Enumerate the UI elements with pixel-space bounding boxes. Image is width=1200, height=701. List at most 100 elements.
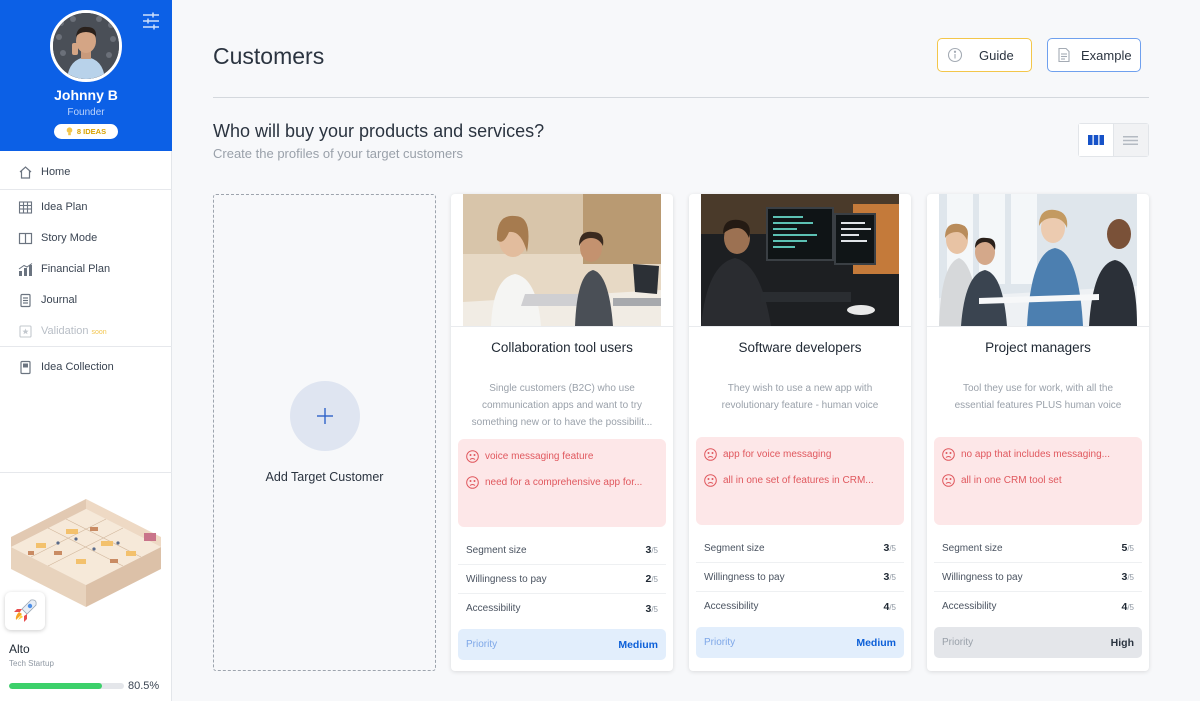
sad-face-icon xyxy=(466,476,479,489)
page-title: Customers xyxy=(213,43,325,69)
metric-willingness-to-pay: Willingness to pay 3/5 xyxy=(696,563,904,592)
sad-face-icon xyxy=(942,448,955,461)
add-button[interactable] xyxy=(290,381,360,451)
customer-description: They wish to use a new app with revoluti… xyxy=(721,383,879,411)
lightbulb-icon xyxy=(66,127,73,136)
customer-card[interactable]: Collaboration tool users Single customer… xyxy=(451,194,673,671)
customer-photo xyxy=(701,194,899,326)
grid-icon xyxy=(18,200,33,214)
nav-label: Idea Collection xyxy=(41,361,114,373)
plus-icon xyxy=(317,408,333,424)
grid-view-button[interactable] xyxy=(1079,124,1114,156)
nav-item-story-mode[interactable]: Story Mode xyxy=(0,223,172,253)
home-icon xyxy=(19,165,32,179)
priority-badge: Priority Medium xyxy=(458,629,666,660)
customer-title: Project managers xyxy=(985,340,1091,355)
metric-accessibility: Accessibility 3/5 xyxy=(466,602,658,615)
document-icon xyxy=(20,293,31,307)
soon-badge: soon xyxy=(91,328,107,336)
customer-description: Single customers (B2C) who use communica… xyxy=(471,383,653,428)
nav-item-journal[interactable]: Journal xyxy=(0,285,172,315)
pain-point: all in one set of features in CRM... xyxy=(704,474,900,487)
collection-icon xyxy=(20,360,31,374)
rocket-icon xyxy=(14,599,37,622)
pain-point: no app that includes messaging... xyxy=(942,448,1138,461)
example-button[interactable]: Example xyxy=(1047,38,1141,72)
idea-summary: Alto Tech Startup 80.5% xyxy=(0,472,172,701)
user-role: Founder xyxy=(67,107,105,118)
customer-description: Tool they use for work, with all the ess… xyxy=(954,383,1122,411)
pain-point: voice messaging feature xyxy=(466,450,662,463)
nav-label: Validation xyxy=(41,325,89,337)
section-subtitle: Create the profiles of your target custo… xyxy=(213,146,464,161)
guide-label: Guide xyxy=(979,47,1014,63)
add-target-customer-label: Add Target Customer xyxy=(265,470,384,484)
card-divider xyxy=(927,326,1149,327)
priority-badge: Priority Medium xyxy=(696,627,904,658)
profile-header: Johnny B Founder 8 IDEAS xyxy=(0,0,172,151)
guide-button[interactable]: Guide xyxy=(937,38,1032,72)
nav-label: Home xyxy=(41,166,71,178)
sad-face-icon xyxy=(704,474,717,487)
idea-name: Alto xyxy=(9,642,30,656)
columns-icon xyxy=(1087,135,1104,145)
ideas-count: 8 IDEAS xyxy=(76,127,107,136)
metric-segment-size: Segment size 3/5 xyxy=(458,536,666,565)
idea-progress-fill xyxy=(9,683,102,689)
section-title: Who will buy your products and services? xyxy=(213,121,545,141)
metric-accessibility: Accessibility 4/5 xyxy=(704,600,896,613)
nav-divider xyxy=(0,346,172,347)
pain-point: all in one CRM tool set xyxy=(942,474,1138,487)
metric-segment-size: Segment size 3/5 xyxy=(696,534,904,563)
nav-label: Story Mode xyxy=(41,232,98,244)
list-icon xyxy=(1123,135,1139,145)
settings-sliders-icon[interactable] xyxy=(141,11,161,31)
card-divider xyxy=(689,326,911,327)
idea-logo[interactable] xyxy=(5,592,45,630)
priority-badge: Priority High xyxy=(934,627,1142,658)
sad-face-icon xyxy=(466,450,479,463)
pain-points: no app that includes messaging... all in… xyxy=(934,437,1142,525)
customer-title: Software developers xyxy=(738,340,862,355)
nav-label: Journal xyxy=(41,294,78,306)
add-target-customer-card[interactable]: Add Target Customer xyxy=(213,194,436,671)
customer-photo xyxy=(463,194,661,326)
star-icon xyxy=(19,324,32,338)
customer-card[interactable]: Project managers Tool they use for work,… xyxy=(927,194,1149,671)
idea-progress-bar xyxy=(9,683,124,689)
idea-progress-label: 80.5% xyxy=(128,680,160,692)
sidebar: Johnny B Founder 8 IDEAS Home Idea Plan … xyxy=(0,0,172,701)
user-name: Johnny B xyxy=(54,87,118,103)
title-divider xyxy=(213,97,1149,98)
idea-type: Tech Startup xyxy=(9,659,54,668)
book-icon xyxy=(18,232,33,244)
nav-divider xyxy=(0,189,172,190)
nav-item-idea-plan[interactable]: Idea Plan xyxy=(0,192,172,222)
nav-item-financial-plan[interactable]: Financial Plan xyxy=(0,254,172,284)
metric-willingness-to-pay: Willingness to pay 2/5 xyxy=(458,565,666,594)
ideas-badge[interactable]: 8 IDEAS xyxy=(54,124,118,139)
avatar[interactable] xyxy=(50,10,122,82)
metric-willingness-to-pay: Willingness to pay 3/5 xyxy=(934,563,1142,592)
document-icon xyxy=(1058,47,1070,63)
nav-label: Financial Plan xyxy=(41,263,111,275)
info-icon xyxy=(947,47,963,63)
metric-segment-size: Segment size 5/5 xyxy=(934,534,1142,563)
customer-title: Collaboration tool users xyxy=(491,340,633,355)
nav-label: Idea Plan xyxy=(41,201,88,213)
nav-item-home[interactable]: Home xyxy=(0,157,172,187)
pain-points: app for voice messaging all in one set o… xyxy=(696,437,904,525)
view-toggle xyxy=(1078,123,1149,157)
pain-points: voice messaging feature need for a compr… xyxy=(458,439,666,527)
list-view-button[interactable] xyxy=(1113,124,1148,156)
pain-point: need for a comprehensive app for... xyxy=(466,476,662,489)
bar-chart-icon xyxy=(18,262,33,276)
example-label: Example xyxy=(1081,47,1132,63)
pain-point: app for voice messaging xyxy=(704,448,900,461)
card-divider xyxy=(451,326,673,327)
sad-face-icon xyxy=(942,474,955,487)
metric-accessibility: Accessibility 4/5 xyxy=(942,600,1134,613)
nav-item-validation: Validation soon xyxy=(0,316,172,346)
customer-card[interactable]: Software developers They wish to use a n… xyxy=(689,194,911,671)
nav-item-idea-collection[interactable]: Idea Collection xyxy=(0,352,172,382)
